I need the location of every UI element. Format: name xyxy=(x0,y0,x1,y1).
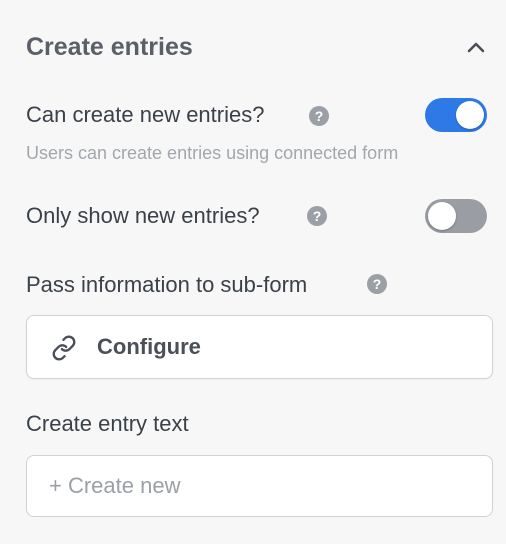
question-icon[interactable]: ? xyxy=(307,206,327,226)
question-icon[interactable]: ? xyxy=(309,106,329,126)
chevron-up-icon xyxy=(467,42,485,53)
toggle-knob xyxy=(428,202,456,230)
link-icon xyxy=(52,335,76,361)
question-icon[interactable]: ? xyxy=(367,274,387,294)
create-entries-panel: Create entries Can create new entries? ?… xyxy=(0,0,506,544)
configure-button-label: Configure xyxy=(97,334,201,359)
can-create-hint: Users can create entries using connected… xyxy=(26,143,399,163)
toggle-knob xyxy=(456,101,484,129)
can-create-label: Can create new entries? xyxy=(26,102,265,127)
collapse-button[interactable] xyxy=(464,36,488,60)
can-create-toggle[interactable] xyxy=(425,98,487,132)
configure-button[interactable]: Configure xyxy=(26,315,493,379)
create-entry-text-input[interactable] xyxy=(26,455,493,517)
pass-info-label: Pass information to sub-form xyxy=(26,272,308,297)
entry-text-label: Create entry text xyxy=(26,411,189,436)
only-show-new-toggle[interactable] xyxy=(425,199,487,233)
only-show-new-label: Only show new entries? xyxy=(26,203,260,228)
section-title: Create entries xyxy=(26,33,193,61)
